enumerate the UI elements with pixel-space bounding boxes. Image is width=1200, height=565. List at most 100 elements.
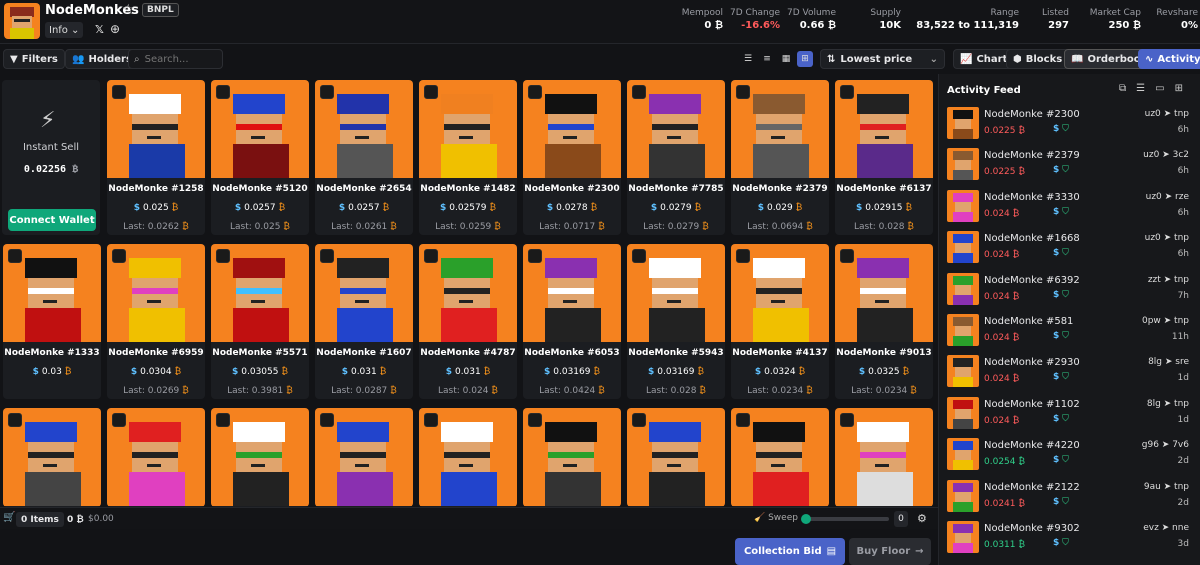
search-box[interactable]: ⌕ [128,49,223,69]
select-checkbox[interactable] [424,413,438,427]
nft-card[interactable]: NodeMonke #1258 $0.025 ₿ Last: 0.0262 ₿ [107,80,205,235]
select-checkbox[interactable] [528,413,542,427]
select-checkbox[interactable] [840,249,854,263]
activity-button[interactable]: ∿ Activity [1138,49,1200,69]
nft-image[interactable] [419,244,517,342]
nft-image[interactable] [835,408,933,506]
select-checkbox[interactable] [320,85,334,99]
select-checkbox[interactable] [840,85,854,99]
nft-card[interactable] [523,408,621,507]
activity-row[interactable]: NodeMonke #581 0.024 ₿ $ ⛉ 0pw ➤ tnp 11h [947,313,1197,347]
nft-card[interactable]: NodeMonke #6959 $0.0304 ₿ Last: 0.0269 ₿ [107,244,205,399]
layers-icon[interactable]: ⧉ [1119,83,1126,94]
select-checkbox[interactable] [112,413,126,427]
gear-icon[interactable]: ⚙ [917,512,927,525]
nft-image[interactable] [315,244,413,342]
nft-image[interactable] [627,408,725,506]
activity-row[interactable]: NodeMonke #1102 0.024 ₿ $ ⛉ 8lg ➤ tnp 1d [947,396,1197,430]
blocks-button[interactable]: ⬢ Blocks [1006,49,1070,69]
activity-row[interactable]: NodeMonke #6392 0.024 ₿ $ ⛉ zzt ➤ tnp 7h [947,272,1197,306]
nft-card[interactable]: NodeMonke #2654 $0.0257 ₿ Last: 0.0261 ₿ [315,80,413,235]
select-checkbox[interactable] [112,85,126,99]
nft-card[interactable] [627,408,725,507]
nft-image[interactable] [731,408,829,506]
bnpl-badge[interactable]: BNPL [142,3,179,17]
select-checkbox[interactable] [320,249,334,263]
select-checkbox[interactable] [632,413,646,427]
activity-row[interactable]: NodeMonke #2379 0.0225 ₿ $ ⛉ uz0 ➤ 3c2 6h [947,147,1197,181]
nft-card[interactable] [835,408,933,507]
nft-card[interactable]: NodeMonke #5571 $0.03055 ₿ Last: 0.3981 ₿ [211,244,309,399]
nft-image[interactable] [211,408,309,506]
nft-image[interactable] [523,80,621,178]
nft-image[interactable] [3,408,101,506]
info-dropdown[interactable]: Info ⌄ [45,22,84,38]
nft-card[interactable]: NodeMonke #2300 $0.0278 ₿ Last: 0.0717 ₿ [523,80,621,235]
nft-image[interactable] [627,244,725,342]
nft-card[interactable] [107,408,205,507]
x-icon[interactable]: 𝕏 [95,23,104,36]
nft-image[interactable] [627,80,725,178]
select-checkbox[interactable] [112,249,126,263]
nft-image[interactable] [835,244,933,342]
nft-card[interactable]: NodeMonke #6137 $0.02915 ₿ Last: 0.028 ₿ [835,80,933,235]
nft-image[interactable] [419,408,517,506]
nft-card[interactable] [3,408,101,507]
filters-button[interactable]: ▼ Filters [3,49,65,69]
select-checkbox[interactable] [8,413,22,427]
collection-logo[interactable] [4,3,40,39]
nft-image[interactable] [107,80,205,178]
sweep-slider[interactable] [801,514,889,524]
collection-bid-button[interactable]: Collection Bid ▤ [735,538,845,565]
nft-card[interactable]: NodeMonke #1607 $0.031 ₿ Last: 0.0287 ₿ [315,244,413,399]
nft-card[interactable]: NodeMonke #1482 $0.02579 ₿ Last: 0.0259 ₿ [419,80,517,235]
search-input[interactable] [144,53,215,65]
select-checkbox[interactable] [632,249,646,263]
select-checkbox[interactable] [632,85,646,99]
select-checkbox[interactable] [424,249,438,263]
activity-row[interactable]: NodeMonke #9302 0.0311 ₿ $ ⛉ evz ➤ nne 3d [947,520,1197,554]
nft-image[interactable] [315,408,413,506]
select-checkbox[interactable] [8,249,22,263]
items-count[interactable]: 0 Items [16,512,64,527]
grid-small-icon[interactable]: ▦ [778,51,794,67]
buy-floor-button[interactable]: Buy Floor → [849,538,931,565]
nft-card[interactable]: NodeMonke #6053 $0.03169 ₿ Last: 0.0424 ₿ [523,244,621,399]
nft-card[interactable]: NodeMonke #9013 $0.0325 ₿ Last: 0.0234 ₿ [835,244,933,399]
nft-image[interactable] [523,244,621,342]
nft-card[interactable]: NodeMonke #5943 $0.03169 ₿ Last: 0.028 ₿ [627,244,725,399]
select-checkbox[interactable] [736,249,750,263]
activity-row[interactable]: NodeMonke #4220 0.0254 ₿ $ ⛉ g96 ➤ 7v6 2d [947,437,1197,471]
sweep-value[interactable]: 0 [894,511,908,527]
activity-row[interactable]: NodeMonke #1668 0.024 ₿ $ ⛉ uz0 ➤ tnp 6h [947,230,1197,264]
nft-image[interactable] [315,80,413,178]
grid-large-icon[interactable]: ⊞ [797,51,813,67]
select-checkbox[interactable] [216,249,230,263]
grid-icon[interactable]: ⊞ [1175,83,1183,94]
window-icon[interactable]: ▭ [1155,83,1164,94]
slider-knob[interactable] [801,514,811,524]
select-checkbox[interactable] [736,413,750,427]
activity-row[interactable]: NodeMonke #2122 0.0241 ₿ $ ⛉ 9au ➤ tnp 2d [947,479,1197,513]
nft-card[interactable] [419,408,517,507]
compact-list-icon[interactable]: ≡ [759,51,775,67]
activity-row[interactable]: NodeMonke #2930 0.024 ₿ $ ⛉ 8lg ➤ sre 1d [947,354,1197,388]
list-view-icon[interactable]: ☰ [740,51,756,67]
nft-image[interactable] [211,244,309,342]
nft-card[interactable]: NodeMonke #5120 $0.0257 ₿ Last: 0.025 ₿ [211,80,309,235]
activity-row[interactable]: NodeMonke #3330 0.024 ₿ $ ⛉ uz0 ➤ rze 6h [947,189,1197,223]
select-checkbox[interactable] [840,413,854,427]
sort-dropdown[interactable]: ⇅ Lowest price ⌄ [820,49,945,69]
activity-row[interactable]: NodeMonke #2300 0.0225 ₿ $ ⛉ uz0 ➤ tnp 6h [947,106,1197,140]
connect-wallet-button[interactable]: Connect Wallet [8,209,96,231]
nft-image[interactable] [107,408,205,506]
select-checkbox[interactable] [424,85,438,99]
nft-image[interactable] [419,80,517,178]
select-checkbox[interactable] [216,85,230,99]
nft-card[interactable]: NodeMonke #1333 $0.03 ₿ [3,244,101,399]
nft-card[interactable] [731,408,829,507]
nft-card[interactable]: NodeMonke #7785 $0.0279 ₿ Last: 0.0279 ₿ [627,80,725,235]
list-icon[interactable]: ☰ [1136,83,1145,94]
select-checkbox[interactable] [736,85,750,99]
nft-image[interactable] [211,80,309,178]
